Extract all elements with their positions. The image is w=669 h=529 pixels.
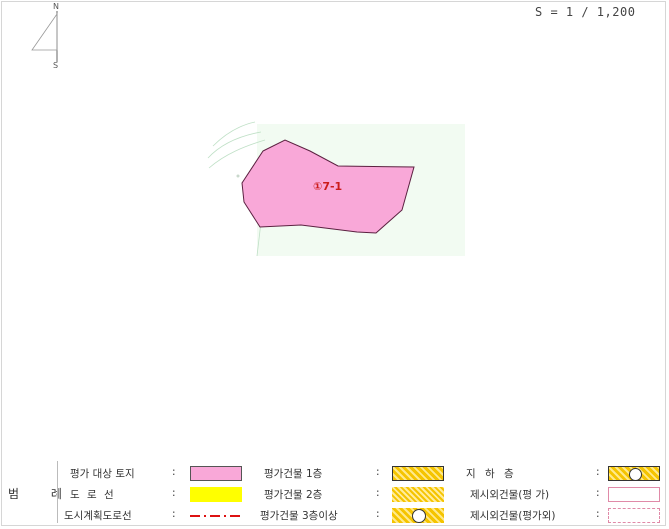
road-line-swatch <box>190 487 242 502</box>
parcel-label: ①7-1 <box>313 180 342 193</box>
south-label: S <box>53 61 59 70</box>
legend-colon: : <box>376 487 380 499</box>
basement-swatch <box>608 466 660 481</box>
legend-basement-label: 지 하 층 <box>466 468 517 480</box>
map-frame <box>1 1 666 526</box>
legend-colon: : <box>596 487 600 499</box>
plan-road-swatch <box>190 515 242 517</box>
legend-road-line-label: 도 로 선 <box>70 489 116 501</box>
legend-title: 범 례 <box>8 487 76 501</box>
bldg2-swatch <box>392 487 444 502</box>
north-arrow: N S <box>30 2 70 72</box>
legend-colon: : <box>596 508 600 520</box>
contour-line <box>212 121 256 147</box>
legend-colon: : <box>376 466 380 478</box>
legend-divider <box>57 461 58 523</box>
bldg1-swatch <box>392 466 444 481</box>
other-bldg2-swatch <box>608 508 660 523</box>
legend-bldg1-label: 평가건물 1층 <box>264 468 323 480</box>
scale-label: S = 1 / 1,200 <box>535 5 636 19</box>
legend-colon: : <box>172 508 176 520</box>
legend-other-bldg1-label: 제시외건물(평 가) <box>470 489 550 501</box>
legend-other-bldg2-label: 제시외건물(평가외) <box>470 510 556 522</box>
circle-icon <box>412 509 426 523</box>
legend-colon: : <box>596 466 600 478</box>
cadastral-map: ①7-1 <box>207 121 465 257</box>
target-land-swatch <box>190 466 242 481</box>
legend-colon: : <box>172 466 176 478</box>
legend-target-land-label: 평가 대상 토지 <box>70 468 135 480</box>
other-bldg1-swatch <box>608 487 660 502</box>
legend-plan-road-label: 도시계획도로선 <box>64 510 132 522</box>
survey-point <box>236 174 240 178</box>
compass-graphic <box>31 11 58 62</box>
contour-line <box>207 131 262 159</box>
legend-colon: : <box>172 487 176 499</box>
legend-bldg2-label: 평가건물 2층 <box>264 489 323 501</box>
bldg3-swatch <box>392 508 444 523</box>
legend-colon: : <box>376 508 380 520</box>
legend: 범 례 평가 대상 토지 : 도 로 선 : 도시계획도로선 : 평가건물 1층… <box>0 459 669 529</box>
legend-bldg3-label: 평가건물 3층이상 <box>260 510 338 522</box>
circle-icon <box>629 468 642 481</box>
